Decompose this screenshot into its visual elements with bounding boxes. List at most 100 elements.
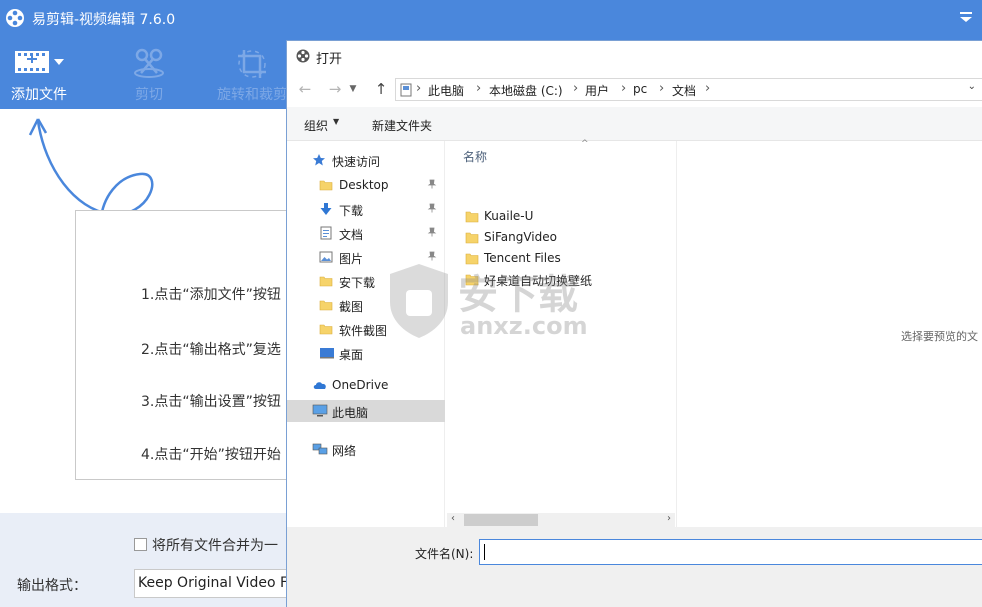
new-folder-button[interactable]: 新建文件夹: [372, 117, 432, 134]
folder-icon: [319, 322, 333, 339]
forward-arrow-icon[interactable]: →: [325, 79, 345, 99]
dialog-title: 打开: [316, 52, 343, 67]
pin-icon: [427, 226, 437, 240]
nav-item[interactable]: 下载: [287, 198, 445, 220]
rotate-crop-label: 旋转和裁剪: [217, 87, 287, 103]
up-arrow-icon[interactable]: ↑: [371, 79, 391, 99]
nav-item[interactable]: 快速访问: [287, 149, 445, 171]
dialog-navigation: ← → ▼ ↑ › 此电脑 › 本地磁盘 (C:) › 用户 › pc › 文档…: [287, 71, 982, 107]
nav-item-label: 文档: [339, 228, 364, 242]
watermark-url: anxz.com: [460, 312, 588, 340]
preview-pane: 选择要预览的文: [676, 141, 982, 527]
nav-item-label: 快速访问: [332, 155, 381, 169]
breadcrumb-item[interactable]: 此电脑: [428, 82, 464, 99]
file-row[interactable]: Kuaile-U: [447, 206, 675, 227]
breadcrumb-separator: ›: [705, 81, 711, 96]
app-titlebar: 易剪辑-视频编辑 7.6.0: [0, 0, 982, 37]
film-reel-icon: [6, 9, 24, 27]
nav-item-label: 下载: [339, 204, 364, 218]
rotate-crop-button[interactable]: 旋转和裁剪: [212, 37, 292, 109]
breadcrumb-item[interactable]: 文档: [672, 82, 696, 99]
file-name: Kuaile-U: [484, 209, 534, 223]
pin-icon: [427, 202, 437, 216]
file-name: SiFangVideo: [484, 230, 557, 244]
nav-item[interactable]: OneDrive: [287, 374, 445, 396]
chevron-down-icon[interactable]: ▼: [347, 79, 359, 99]
text-caret: [484, 544, 485, 560]
add-file-button[interactable]: 添加文件: [0, 37, 78, 109]
breadcrumb-item[interactable]: pc: [633, 82, 647, 96]
nav-item-label: Desktop: [339, 178, 389, 192]
download-icon: [319, 202, 333, 219]
back-arrow-icon[interactable]: ←: [295, 79, 315, 99]
horizontal-scrollbar[interactable]: ‹ ›: [447, 513, 675, 527]
nav-item-label: 软件截图: [339, 324, 388, 338]
chevron-left-icon[interactable]: ‹: [451, 513, 455, 524]
nav-item-label: 截图: [339, 300, 364, 314]
nav-item-label: 此电脑: [332, 406, 369, 420]
filename-input[interactable]: [479, 539, 982, 565]
address-bar[interactable]: › 此电脑 › 本地磁盘 (C:) › 用户 › pc › 文档 › ⌄: [395, 78, 982, 101]
dialog-command-bar: 组织 ▼ 新建文件夹: [287, 107, 982, 141]
filename-label: 文件名(N):: [415, 547, 474, 561]
folder-icon: [465, 210, 479, 226]
add-video-icon: [15, 51, 64, 73]
breadcrumb-item[interactable]: 本地磁盘 (C:): [489, 82, 563, 99]
breadcrumb-separator: ›: [573, 81, 579, 96]
nav-item-label: OneDrive: [332, 378, 389, 392]
scissors-icon: [134, 48, 164, 78]
merge-files-label: 将所有文件合并为一: [152, 538, 278, 554]
crop-rotate-icon: [238, 50, 266, 78]
cut-button[interactable]: 剪切: [110, 37, 188, 109]
folder-icon: [465, 231, 479, 247]
nav-item[interactable]: 文档: [287, 222, 445, 244]
nav-item[interactable]: Desktop: [287, 174, 445, 196]
instruction-step: 4.点击“开始”按钮开始: [141, 447, 281, 463]
add-file-label: 添加文件: [11, 87, 67, 103]
cloud-icon: [312, 378, 328, 395]
nav-item-label: 桌面: [339, 348, 364, 362]
pin-icon: [427, 178, 437, 192]
chevron-right-icon[interactable]: ›: [667, 513, 671, 524]
merge-files-checkbox[interactable]: [134, 538, 147, 551]
folder-icon: [319, 298, 333, 315]
film-reel-icon: [296, 49, 310, 63]
column-header-name[interactable]: 名称: [463, 148, 487, 165]
output-format-label: 输出格式：: [17, 578, 87, 594]
file-row[interactable]: SiFangVideo: [447, 227, 675, 248]
nav-item-label: 安下载: [339, 276, 376, 290]
desktop-icon: [319, 346, 335, 363]
computer-icon: [312, 404, 328, 421]
breadcrumb-separator: ›: [621, 81, 627, 96]
picture-icon: [319, 250, 333, 267]
organize-button[interactable]: 组织: [304, 117, 328, 134]
nav-item[interactable]: 此电脑: [287, 400, 445, 422]
scrollbar-thumb[interactable]: [464, 514, 538, 526]
chevron-down-icon: ▼: [333, 117, 340, 126]
breadcrumb-item[interactable]: 用户: [585, 82, 609, 99]
dialog-bottom-bar: 文件名(N):: [287, 527, 982, 607]
dropdown-menu-icon[interactable]: [959, 10, 973, 24]
cut-label: 剪切: [135, 87, 163, 103]
dialog-titlebar: 打开: [287, 41, 982, 71]
computer-icon: [400, 83, 412, 97]
chevron-down-icon[interactable]: ⌄: [968, 81, 976, 92]
instruction-step: 3.点击“输出设置”按钮: [141, 394, 281, 410]
instruction-step: 1.点击“添加文件”按钮: [141, 287, 281, 303]
star-icon: [312, 153, 326, 170]
document-icon: [319, 226, 333, 243]
watermark: 安下载 anxz.com: [384, 258, 604, 348]
nav-item[interactable]: 网络: [287, 438, 445, 460]
shield-logo-icon: [390, 264, 448, 338]
network-icon: [312, 442, 328, 459]
breadcrumb-separator: ›: [659, 81, 665, 96]
breadcrumb-separator: ›: [416, 81, 422, 96]
instruction-step: 2.点击“输出格式”复选: [141, 342, 281, 358]
preview-placeholder: 选择要预览的文: [901, 330, 978, 343]
breadcrumb-separator: ›: [476, 81, 482, 96]
sort-arrow-icon: ^: [581, 139, 589, 149]
folder-icon: [319, 274, 333, 291]
folder-icon: [319, 178, 333, 195]
nav-item-label: 图片: [339, 252, 364, 266]
nav-item-label: 网络: [332, 444, 357, 458]
